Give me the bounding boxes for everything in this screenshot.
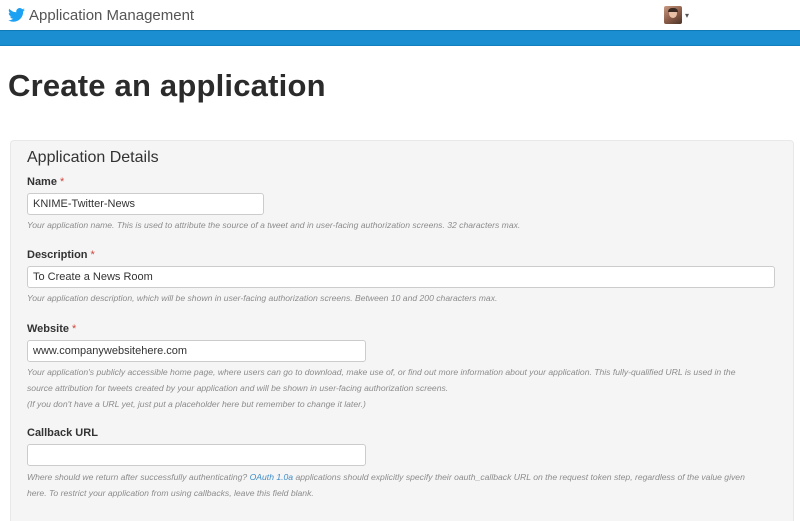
callback-help-line-2: here. To restrict your application from … [27,488,314,498]
name-label-text: Name [27,176,57,188]
description-help: Your application description, which will… [27,293,498,303]
app-management-title[interactable]: Application Management [29,7,194,24]
callback-help-pre: Where should we return after successfull… [27,472,248,482]
header-band [0,30,800,46]
required-mark: * [71,323,77,335]
twitter-bird-icon [8,8,25,22]
website-input[interactable] [27,340,366,362]
required-mark: * [90,249,95,261]
callback-url-label: Callback URL [27,427,98,439]
description-label: Description * [27,249,95,261]
oauth-link[interactable]: OAuth 1.0a [250,472,293,482]
description-label-text: Description [27,249,88,261]
panel-heading: Application Details [27,149,159,166]
application-details-panel: Application Details Name* Your applicati… [10,140,794,521]
website-label-text: Website [27,323,69,335]
user-avatar-icon[interactable] [664,6,682,24]
user-menu[interactable]: ▾ [664,5,689,25]
callback-help-post: applications should explicitly specify t… [295,472,745,482]
brand[interactable]: Application Management [8,4,194,26]
website-help-line-2: source attribution for tweets created by… [27,383,449,393]
website-help-line-1: Your application's publicly accessible h… [27,367,736,377]
description-input[interactable] [27,266,775,288]
website-help-line-3: (If you don't have a URL yet, just put a… [27,399,366,409]
required-mark: * [59,176,65,188]
page-title: Create an application [8,68,326,103]
name-input[interactable] [27,193,264,215]
top-navbar: Application Management ▾ [0,0,800,30]
callback-url-input[interactable] [27,444,366,466]
callback-help-line-1: Where should we return after successfull… [27,469,745,485]
chevron-down-icon[interactable]: ▾ [685,11,689,20]
callback-url-label-text: Callback URL [27,427,98,439]
website-label: Website * [27,323,76,335]
name-help: Your application name. This is used to a… [27,220,521,230]
name-label: Name * [27,176,64,188]
